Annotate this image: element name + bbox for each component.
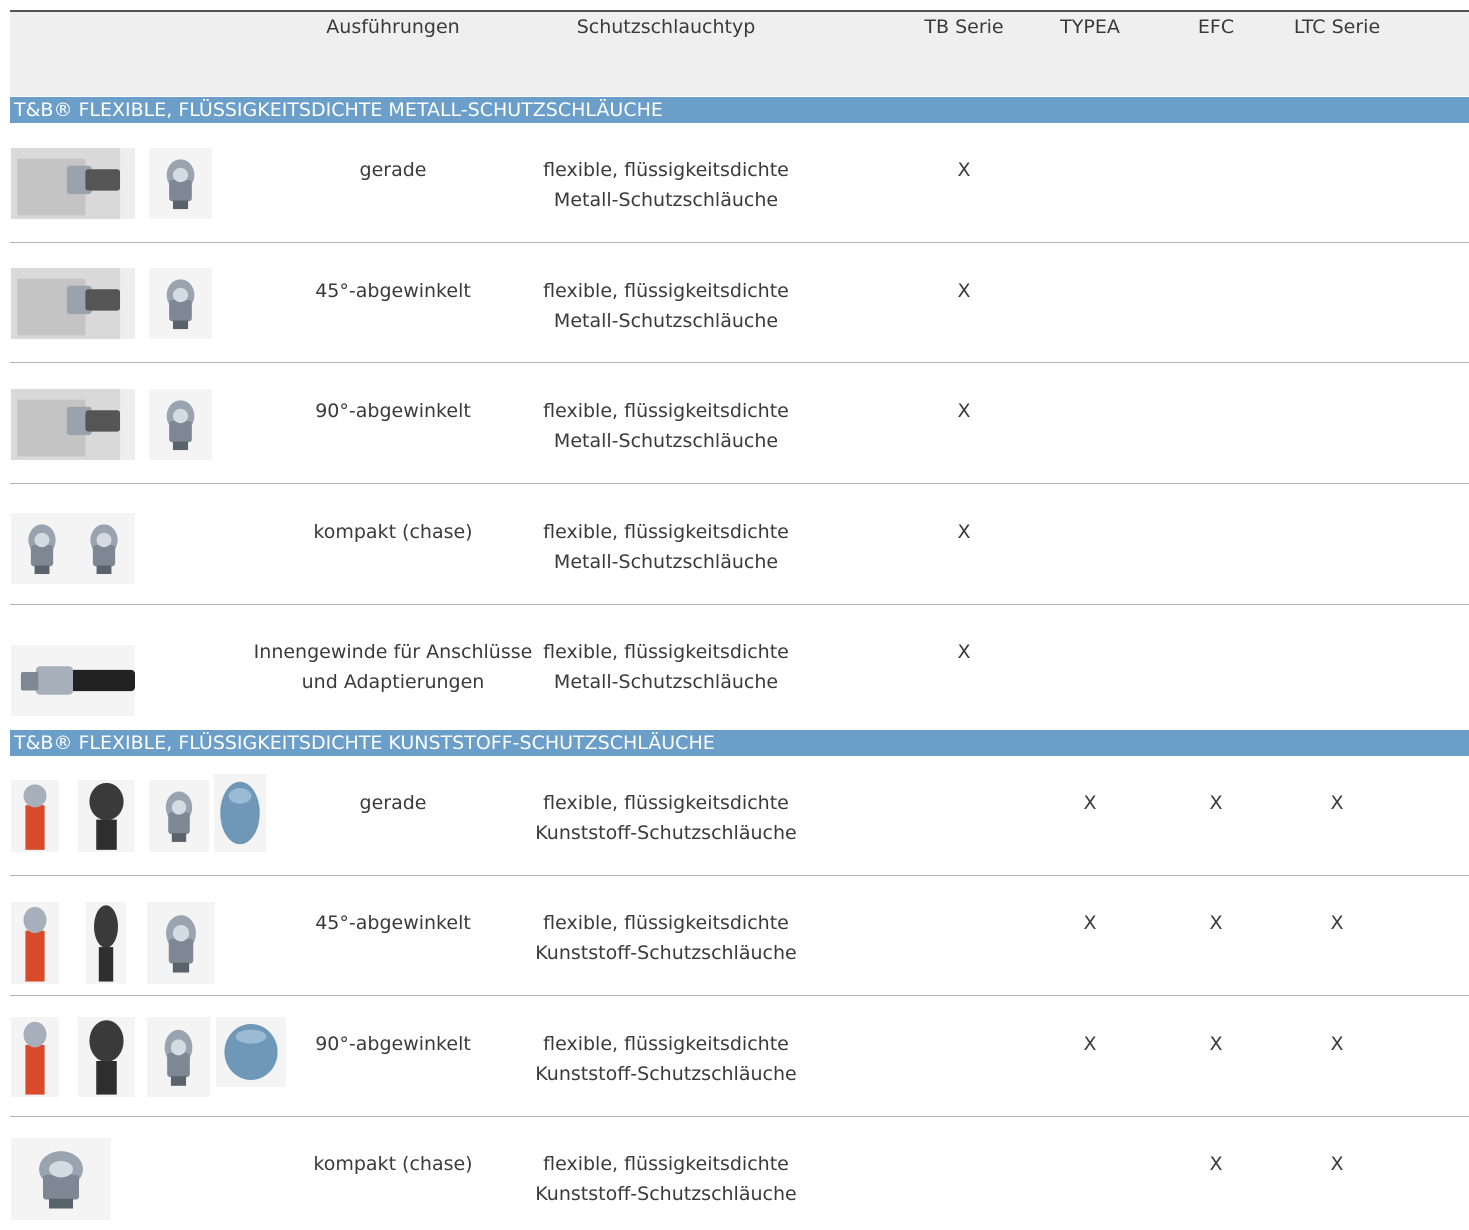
series-mark: X xyxy=(1209,792,1223,814)
metal-fitting-icon xyxy=(149,268,212,339)
variant-line: 90°-abgewinkelt xyxy=(315,1033,471,1055)
conduit-type-line: flexible, flüssigkeitsdichte xyxy=(543,159,789,181)
hose-fitting-image xyxy=(11,645,135,716)
conduit-type-line: flexible, flüssigkeitsdichte xyxy=(543,912,789,934)
conduit-type-line: Metall-Schutzschläuche xyxy=(553,551,779,573)
header-series-ltc: LTC Serie xyxy=(1293,16,1381,38)
conduit-type-cell: flexible, flüssigkeitsdichte Metall-Schut… xyxy=(543,276,789,336)
conduit-type-line: flexible, flüssigkeitsdichte xyxy=(543,641,789,663)
variant-line: und Adaptierungen xyxy=(301,671,485,693)
black-conduit-fitting-icon xyxy=(78,1017,135,1097)
conduit-type-cell: flexible, flüssigkeitsdichte Kunststoff-S… xyxy=(535,788,796,848)
conduit-type-cell: flexible, flüssigkeitsdichte Metall-Schut… xyxy=(543,396,789,456)
enclosure-fitting-image xyxy=(11,268,135,339)
conduit-type-cell: flexible, flüssigkeitsdichte Kunststoff-S… xyxy=(535,1029,796,1089)
enclosure-fitting-image xyxy=(11,389,135,460)
variant-line: gerade xyxy=(359,792,427,814)
series-mark: X xyxy=(957,159,971,181)
red-conduit-fitting-icon xyxy=(11,902,59,984)
conduit-type-cell: flexible, flüssigkeitsdichte Kunststoff-S… xyxy=(535,1149,796,1209)
row-separator xyxy=(10,604,1469,605)
red-conduit-fitting-icon xyxy=(11,1017,59,1097)
row-separator xyxy=(10,362,1469,363)
series-mark: X xyxy=(1083,1033,1097,1055)
variant-line: Innengewinde für Anschlüsse xyxy=(253,641,533,663)
blue-conduit-fitting-icon xyxy=(214,774,266,852)
conduit-type-line: flexible, flüssigkeitsdichte xyxy=(543,400,789,422)
conduit-type-line: Metall-Schutzschläuche xyxy=(553,430,779,452)
section-header: T&B® FLEXIBLE, FLÜSSIGKEITSDICHTE KUNSTS… xyxy=(10,730,1469,756)
black-conduit-fitting-icon xyxy=(86,902,126,984)
row-separator xyxy=(10,242,1469,243)
variant-cell: 90°-abgewinkelt xyxy=(315,396,471,426)
variant-line: kompakt (chase) xyxy=(313,521,473,543)
series-mark: X xyxy=(1209,912,1223,934)
conduit-type-line: flexible, flüssigkeitsdichte xyxy=(543,521,789,543)
series-mark: X xyxy=(1330,912,1344,934)
metal-fitting-icon xyxy=(149,148,212,219)
variant-cell: kompakt (chase) xyxy=(313,1149,472,1179)
series-mark: X xyxy=(1083,792,1097,814)
series-mark: X xyxy=(957,280,971,302)
series-mark: X xyxy=(1330,1033,1344,1055)
conduit-type-cell: flexible, flüssigkeitsdichte Metall-Schut… xyxy=(543,517,789,577)
row-separator xyxy=(10,1116,1469,1117)
series-mark: X xyxy=(957,641,971,663)
header-series-typea: TYPEA xyxy=(1060,16,1120,38)
conduit-type-line: flexible, flüssigkeitsdichte xyxy=(543,1033,789,1055)
conduit-type-line: Kunststoff-Schutzschläuche xyxy=(535,1063,797,1085)
metal-fitting-icon xyxy=(149,389,212,460)
conduit-type-cell: flexible, flüssigkeitsdichte Metall-Schut… xyxy=(543,637,789,697)
section-header: T&B® FLEXIBLE, FLÜSSIGKEITSDICHTE METALL… xyxy=(10,97,1469,123)
conduit-type-line: Metall-Schutzschläuche xyxy=(553,189,779,211)
conduit-type-line: Metall-Schutzschläuche xyxy=(553,310,779,332)
black-conduit-fitting-icon xyxy=(78,780,135,852)
metal-fitting-icon xyxy=(149,780,209,852)
header-variants: Ausführungen xyxy=(326,16,460,38)
series-mark: X xyxy=(1209,1033,1223,1055)
series-mark: X xyxy=(1083,912,1097,934)
conduit-type-cell: flexible, flüssigkeitsdichte Metall-Schut… xyxy=(543,155,789,215)
header-series-efc: EFC xyxy=(1197,16,1235,38)
header-series-tb: TB Serie xyxy=(924,16,1004,38)
variant-cell: kompakt (chase) xyxy=(313,517,472,547)
conduit-type-line: Kunststoff-Schutzschläuche xyxy=(535,1183,797,1205)
variant-line: gerade xyxy=(359,159,427,181)
row-separator xyxy=(10,875,1469,876)
conduit-type-cell: flexible, flüssigkeitsdichte Kunststoff-S… xyxy=(535,908,796,968)
conduit-type-line: flexible, flüssigkeitsdichte xyxy=(543,1153,789,1175)
conduit-type-line: Kunststoff-Schutzschläuche xyxy=(535,822,797,844)
series-mark: X xyxy=(1330,1153,1344,1175)
variant-cell: 45°-abgewinkelt xyxy=(315,908,471,938)
series-mark: X xyxy=(1330,792,1344,814)
variant-line: kompakt (chase) xyxy=(313,1153,473,1175)
variant-cell: gerade xyxy=(360,788,427,818)
row-separator xyxy=(10,483,1469,484)
variant-cell: gerade xyxy=(360,155,427,185)
variant-line: 90°-abgewinkelt xyxy=(315,400,471,422)
series-mark: X xyxy=(957,521,971,543)
conduit-type-line: flexible, flüssigkeitsdichte xyxy=(543,280,789,302)
conduit-type-line: Metall-Schutzschläuche xyxy=(553,671,779,693)
variant-cell: Innengewinde für Anschlüsse und Adaptieru… xyxy=(254,637,533,697)
variant-line: 45°-abgewinkelt xyxy=(315,912,471,934)
variant-line: 45°-abgewinkelt xyxy=(315,280,471,302)
header-conduit-type: Schutzschlauchtyp xyxy=(576,16,756,38)
enclosure-fitting-image xyxy=(11,148,135,219)
metal-fitting-icon xyxy=(147,1017,210,1097)
metal-fitting-icon xyxy=(11,1138,111,1220)
series-mark: X xyxy=(1209,1153,1223,1175)
blue-conduit-fitting-icon xyxy=(216,1017,286,1087)
metal-fitting-icon xyxy=(147,902,215,984)
conduit-type-line: Kunststoff-Schutzschläuche xyxy=(535,942,797,964)
variant-cell: 45°-abgewinkelt xyxy=(315,276,471,306)
metal-fitting-icon xyxy=(11,513,135,584)
conduit-type-line: flexible, flüssigkeitsdichte xyxy=(543,792,789,814)
variant-cell: 90°-abgewinkelt xyxy=(315,1029,471,1059)
series-mark: X xyxy=(957,400,971,422)
red-conduit-fitting-icon xyxy=(11,780,59,852)
row-separator xyxy=(10,995,1469,996)
